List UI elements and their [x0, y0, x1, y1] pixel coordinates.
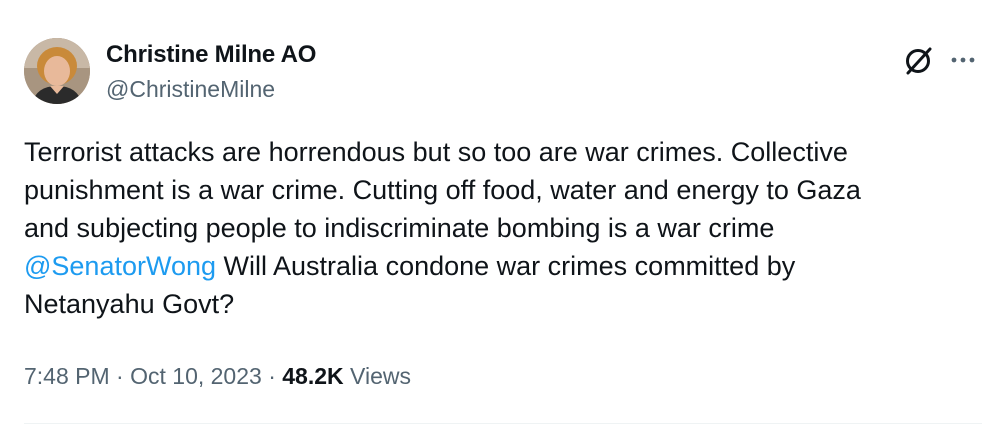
tweet-card: Christine Milne AO @ChristineMilne Terro… — [0, 0, 982, 426]
tweet-text-line: Terrorist attacks are horrendous but so … — [24, 137, 848, 167]
views-count: 48.2K — [282, 363, 344, 389]
divider — [24, 423, 982, 424]
meta-separator: · — [109, 363, 131, 389]
grok-icon[interactable] — [901, 44, 935, 78]
timestamp-date[interactable]: Oct 10, 2023 — [130, 363, 262, 389]
more-icon-glyph — [951, 57, 975, 63]
views-label: Views — [343, 363, 411, 389]
tweet-text-fragment: Will Australia condone war crimes commit… — [216, 251, 796, 281]
tweet-text-line: @SenatorWong Will Australia condone war … — [24, 247, 954, 285]
tweet-text-line: and subjecting people to indiscriminate … — [24, 213, 775, 243]
timestamp-time[interactable]: 7:48 PM — [24, 363, 110, 389]
mention-link[interactable]: @SenatorWong — [24, 251, 216, 281]
meta-separator: · — [261, 363, 283, 389]
more-icon[interactable] — [950, 50, 976, 70]
tweet-text-line: Netanyahu Govt? — [24, 289, 235, 319]
author-name[interactable]: Christine Milne AO — [106, 40, 316, 70]
tweet-text-line: punishment is a war crime. Cutting off f… — [24, 175, 861, 205]
tweet-text: Terrorist attacks are horrendous but so … — [24, 133, 954, 323]
author-handle[interactable]: @ChristineMilne — [106, 74, 275, 104]
tweet-meta: 7:48 PM · Oct 10, 2023 · 48.2K Views — [24, 361, 411, 391]
avatar[interactable] — [24, 38, 90, 104]
grok-icon-glyph — [906, 47, 932, 75]
